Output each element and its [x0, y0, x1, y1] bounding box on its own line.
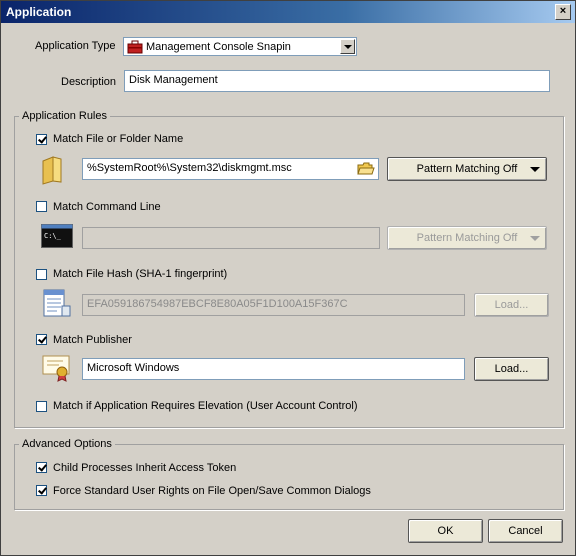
publisher-load-label: Load... [494, 363, 529, 375]
app-type-label: Application Type [35, 40, 116, 52]
svg-text:C:\_: C:\_ [44, 232, 62, 240]
browse-folder-icon[interactable] [357, 161, 375, 177]
match-elevation-label[interactable]: Match if Application Requires Elevation … [53, 400, 357, 412]
match-cmd-label[interactable]: Match Command Line [53, 201, 161, 213]
document-hash-icon [43, 289, 71, 317]
cmd-pattern-dropdown: Pattern Matching Off [387, 226, 547, 250]
match-file-checkbox[interactable] [36, 134, 47, 145]
match-hash-label[interactable]: Match File Hash (SHA-1 fingerprint) [53, 268, 227, 280]
match-hash-checkbox[interactable] [36, 269, 47, 280]
chevron-down-icon[interactable] [340, 39, 355, 54]
title-bar[interactable]: Application × [1, 1, 575, 23]
advanced-options-group [14, 444, 564, 510]
app-type-select[interactable]: Management Console Snapin [123, 37, 357, 56]
cancel-button[interactable]: Cancel [488, 519, 563, 543]
file-pattern-label: Pattern Matching Off [416, 163, 518, 175]
certificate-icon [42, 355, 70, 382]
file-path-input[interactable]: %SystemRoot%\System32\diskmgmt.msc [82, 158, 379, 180]
description-input[interactable]: Disk Management [124, 70, 550, 92]
close-icon: × [559, 5, 567, 17]
hash-load-button: Load... [474, 293, 549, 317]
hash-load-label: Load... [494, 299, 529, 311]
close-button[interactable]: × [555, 4, 571, 20]
match-publisher-label[interactable]: Match Publisher [53, 334, 132, 346]
chevron-down-icon [530, 167, 540, 172]
ok-label: OK [437, 525, 454, 537]
force-standard-rights-checkbox[interactable] [36, 485, 47, 496]
folder-icon [42, 156, 62, 185]
description-label: Description [61, 76, 117, 88]
application-rules-title: Application Rules [19, 110, 110, 122]
publisher-load-button[interactable]: Load... [474, 357, 549, 381]
file-pattern-dropdown[interactable]: Pattern Matching Off [387, 157, 547, 181]
publisher-input[interactable]: Microsoft Windows [82, 358, 465, 380]
match-elevation-checkbox[interactable] [36, 401, 47, 412]
cancel-label: Cancel [508, 525, 543, 537]
file-path-value: %SystemRoot%\System32\diskmgmt.msc [87, 162, 292, 174]
console-icon: C:\_ [41, 224, 73, 248]
match-file-label[interactable]: Match File or Folder Name [53, 133, 183, 145]
force-standard-rights-label[interactable]: Force Standard User Rights on File Open/… [53, 485, 371, 497]
chevron-down-icon [530, 236, 540, 241]
inherit-token-label[interactable]: Child Processes Inherit Access Token [53, 462, 236, 474]
cmd-pattern-label: Pattern Matching Off [416, 232, 518, 244]
hash-input: EFA059186754987EBCF8E80A05F1D100A15F367C [82, 294, 465, 316]
ok-button[interactable]: OK [408, 519, 483, 543]
match-cmd-checkbox[interactable] [36, 201, 47, 212]
window-title: Application [6, 5, 72, 19]
application-dialog: Application × Application Type Managemen… [0, 0, 576, 556]
inherit-token-checkbox[interactable] [36, 462, 47, 473]
app-type-value: Management Console Snapin [146, 41, 291, 53]
toolbox-icon [127, 40, 143, 54]
cmd-line-input [82, 227, 380, 249]
advanced-options-title: Advanced Options [19, 438, 115, 450]
match-publisher-checkbox[interactable] [36, 334, 47, 345]
